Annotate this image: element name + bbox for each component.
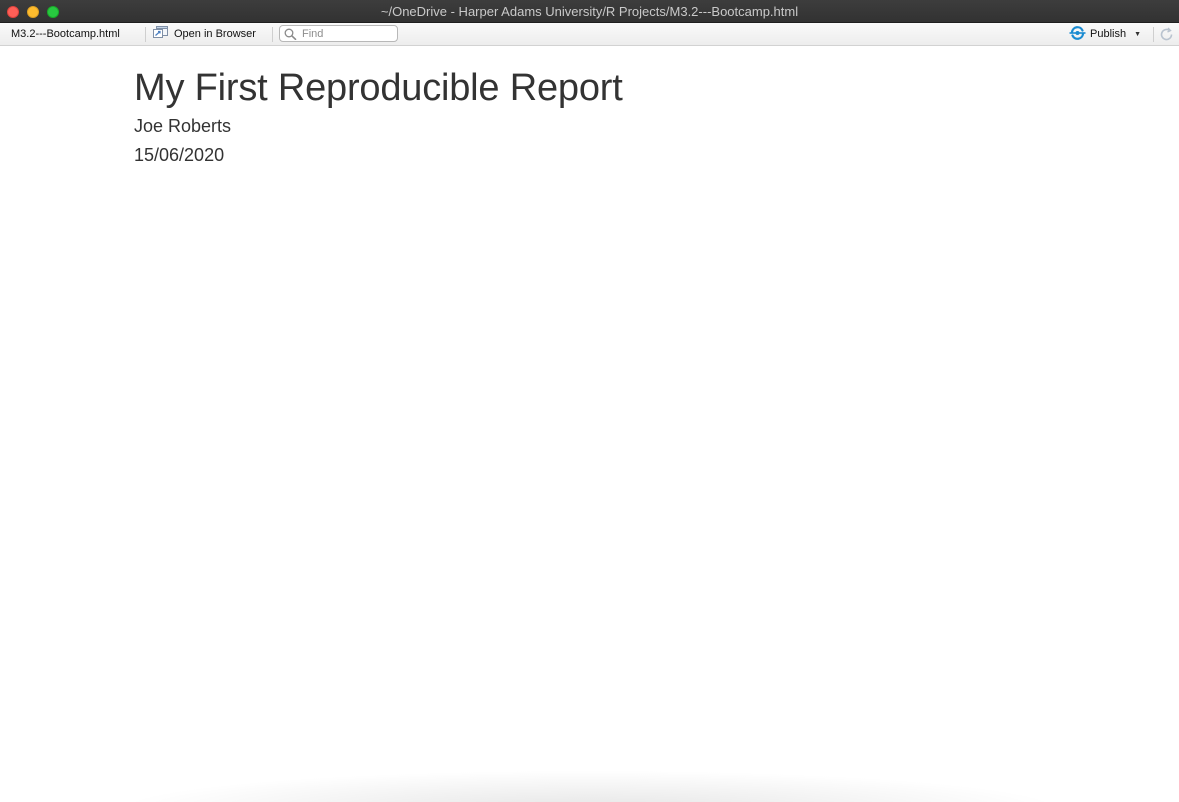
report-document: My First Reproducible Report Joe Roberts… <box>134 46 1054 167</box>
window-title: ~/OneDrive - Harper Adams University/R P… <box>380 4 799 19</box>
toolbar-divider <box>145 27 146 42</box>
search-icon <box>284 28 297 43</box>
toolbar-divider <box>272 27 273 42</box>
refresh-icon[interactable] <box>1159 27 1174 45</box>
toolbar-divider <box>1153 27 1154 42</box>
rstudio-connect-icon <box>1069 25 1086 43</box>
open-in-browser-label: Open in Browser <box>174 27 256 40</box>
find-field[interactable] <box>279 25 398 42</box>
publish-button[interactable]: Publish ▼ <box>1069 25 1141 43</box>
report-author: Joe Roberts <box>134 116 232 136</box>
publish-dropdown-caret-icon[interactable]: ▼ <box>1134 28 1141 41</box>
page-shadow <box>110 770 1070 802</box>
title-bar: ~/OneDrive - Harper Adams University/R P… <box>0 0 1179 23</box>
browser-window-icon <box>153 26 174 42</box>
viewer-window: ~/OneDrive - Harper Adams University/R P… <box>0 0 1179 802</box>
publish-label: Publish <box>1090 27 1127 40</box>
report-title: My First Reproducible Report <box>134 67 623 109</box>
file-name-label: M3.2---Bootcamp.html <box>11 28 120 40</box>
open-in-browser-button[interactable]: Open in Browser <box>153 26 256 42</box>
report-date: 15/06/2020 <box>134 145 225 165</box>
find-input[interactable] <box>302 26 394 41</box>
viewer-toolbar: M3.2---Bootcamp.html Open in Browser Fin… <box>0 23 1179 46</box>
